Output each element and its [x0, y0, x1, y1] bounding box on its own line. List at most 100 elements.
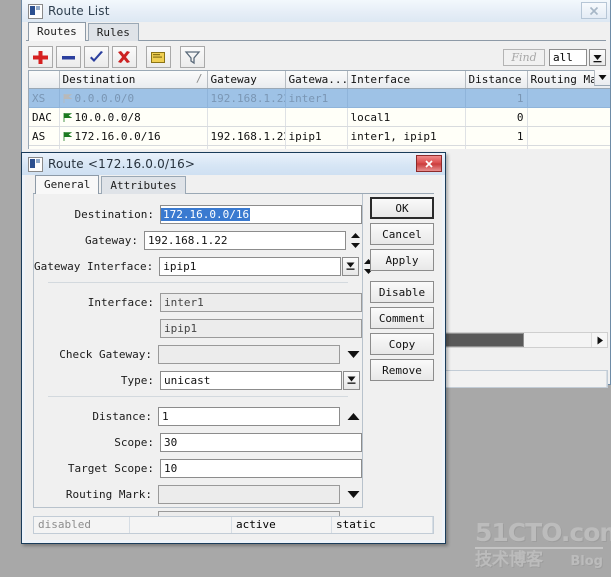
chevron-down-icon[interactable]: [344, 345, 362, 364]
cell-destination-text: 10.0.0.0/8: [74, 110, 141, 124]
cancel-button[interactable]: Cancel: [370, 223, 434, 245]
field-row-routing-mark: Routing Mark:: [34, 483, 362, 505]
chevron-down-bar-glyph: [593, 54, 602, 62]
table-row[interactable]: DAC 192.168.1.0/24 inter1 0 192.: [29, 145, 610, 150]
table-row[interactable]: XS 0.0.0.0/0 192.168.1.22 inter1 1: [29, 88, 610, 108]
routes-table-container[interactable]: Destination Gateway Gatewa... Interface …: [28, 70, 610, 149]
cell-gateway: [207, 107, 286, 127]
window-icon: [28, 156, 43, 172]
remove-button[interactable]: [56, 46, 81, 68]
target-scope-field[interactable]: 10: [160, 458, 362, 478]
interface-field: inter1: [160, 292, 362, 312]
disable-button[interactable]: [112, 46, 137, 68]
cell-distance: 1: [465, 126, 528, 146]
add-button[interactable]: [28, 46, 53, 68]
route-dialog-title: Route <172.16.0.0/16>: [48, 157, 196, 171]
cell-gateway: 192.168.1.22: [207, 126, 286, 146]
route-list-tabs: Routes Rules: [28, 22, 139, 41]
status-disabled: disabled: [34, 517, 130, 533]
dialog-button-column: OK Cancel Apply Disable Comment Copy Rem…: [370, 197, 434, 385]
cell-interface: inter1: [347, 145, 466, 149]
routing-mark-field[interactable]: [158, 484, 340, 504]
cell-interface: local1: [347, 107, 466, 127]
route-flag-icon: [63, 93, 72, 103]
chevron-down-icon[interactable]: [344, 485, 362, 504]
route-flag-icon: [63, 112, 72, 122]
comment-button[interactable]: [146, 46, 171, 68]
status-active: active: [232, 517, 332, 533]
cell-destination: 172.16.0.0/16: [59, 126, 208, 146]
check-icon: [90, 51, 103, 62]
tab-rules[interactable]: Rules: [87, 23, 139, 41]
remove-button[interactable]: Remove: [370, 359, 434, 381]
tab-routes[interactable]: Routes: [28, 22, 86, 41]
destination-field[interactable]: 172.16.0.0/16: [160, 204, 362, 224]
triangle-right-icon[interactable]: [591, 333, 607, 347]
enable-button[interactable]: [84, 46, 109, 68]
destination-control: 172.16.0.0/16: [160, 204, 362, 224]
watermark-sub: 技术博客: [475, 550, 543, 570]
watermark-sub-row: 技术博客 Blog: [475, 551, 603, 571]
filter-select-value[interactable]: all: [549, 48, 587, 66]
apply-button[interactable]: Apply: [370, 249, 434, 271]
find-input[interactable]: Find: [503, 48, 545, 66]
filter-button[interactable]: [180, 46, 205, 68]
type-field[interactable]: unicast: [160, 370, 342, 390]
table-row[interactable]: DAC 10.0.0.0/8 local1 0 10.0: [29, 107, 610, 127]
field-row-destination: Destination: 172.16.0.0/16: [34, 203, 362, 225]
cell-gateway-interface: ipip1: [285, 126, 348, 146]
up-down-arrows-icon: [351, 232, 360, 248]
chevron-up-icon[interactable]: [344, 407, 362, 426]
column-header-gateway[interactable]: Gateway: [207, 71, 286, 89]
routing-mark-label: Routing Mark:: [65, 487, 152, 501]
route-dialog-tabs: General Attributes: [35, 175, 186, 194]
field-row-type: Type: unicast: [34, 369, 362, 391]
watermark-main: 51CTO.com: [475, 518, 611, 547]
destination-value: 172.16.0.0/16: [161, 207, 251, 221]
interface-secondary-control: ipip1: [160, 318, 362, 338]
cell-gateway-interface: [285, 107, 348, 127]
chevron-down-glyph: [347, 350, 359, 358]
column-header-flags[interactable]: [29, 71, 60, 89]
filter-funnel-icon: [184, 51, 201, 65]
chevron-down-icon[interactable]: [594, 70, 610, 86]
gateway-spinner[interactable]: [349, 231, 362, 250]
check-gateway-label: Check Gateway:: [59, 347, 152, 361]
column-header-destination[interactable]: Destination: [59, 71, 208, 89]
column-header-distance[interactable]: Distance: [465, 71, 528, 89]
route-list-titlebar[interactable]: Route List: [22, 0, 610, 22]
tab-general[interactable]: General: [35, 175, 100, 194]
close-icon[interactable]: [581, 2, 607, 19]
comment-button[interactable]: Comment: [370, 307, 434, 329]
chevron-down-bar-icon[interactable]: [343, 370, 360, 390]
gateway-interface-field[interactable]: ipip1: [159, 256, 342, 276]
cell-distance: 1: [465, 88, 528, 108]
chevron-down-bar-icon[interactable]: [589, 48, 606, 66]
ok-button[interactable]: OK: [370, 197, 434, 219]
cell-destination-text: 192.168.1.0/24: [75, 149, 168, 150]
check-gateway-field[interactable]: [158, 344, 340, 364]
tab-attributes[interactable]: Attributes: [101, 176, 186, 194]
type-control: unicast: [160, 370, 360, 390]
column-header-interface[interactable]: Interface: [347, 71, 466, 89]
disable-button[interactable]: Disable: [370, 281, 434, 303]
route-dialog-window: Route <172.16.0.0/16> General Attributes…: [21, 152, 446, 544]
chevron-down-glyph: [347, 490, 359, 498]
route-flag-icon: [63, 131, 72, 141]
close-icon[interactable]: [416, 155, 442, 172]
cell-routing-mark: [527, 126, 610, 146]
chevron-down-bar-icon[interactable]: [342, 256, 360, 276]
interface-control: inter1: [160, 292, 362, 312]
check-gateway-control: [158, 344, 362, 364]
gateway-field[interactable]: 192.168.1.22: [144, 230, 346, 250]
cell-gateway: 192.168.1.22: [207, 88, 286, 108]
distance-field[interactable]: 1: [158, 406, 340, 426]
route-dialog-titlebar[interactable]: Route <172.16.0.0/16>: [22, 153, 445, 175]
field-row-target-scope: Target Scope: 10: [34, 457, 362, 479]
field-row-check-gateway: Check Gateway:: [34, 343, 362, 365]
copy-button[interactable]: Copy: [370, 333, 434, 355]
column-header-gateway-interface[interactable]: Gatewa...: [285, 71, 348, 89]
scope-field[interactable]: 30: [160, 432, 362, 452]
table-row[interactable]: AS 172.16.0.0/16 192.168.1.22 ipip1 inte…: [29, 126, 610, 146]
plus-icon: [33, 51, 48, 64]
